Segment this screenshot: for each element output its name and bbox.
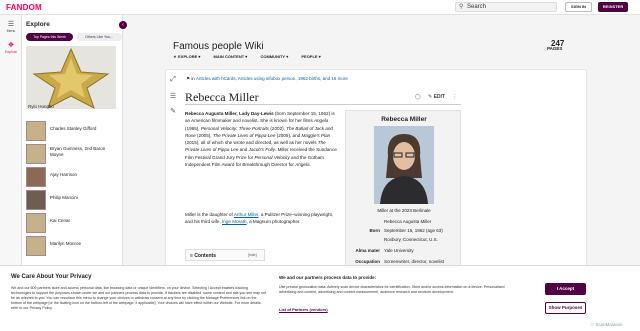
nav-explore[interactable]: ❖ EXPLORE ▾ [173, 54, 200, 59]
consent-body: We and our 609 partners store and access… [11, 286, 266, 310]
explore-title: Explore [26, 21, 50, 28]
explore-rail-label: Explore [5, 50, 17, 54]
divider [185, 104, 461, 105]
page-title: Rebecca Miller [185, 90, 259, 104]
show-purposes-button[interactable]: Show Purposes [545, 302, 586, 314]
expand-icon[interactable]: ⤢ [168, 76, 178, 86]
fandom-logo[interactable]: FANDOM [6, 3, 42, 12]
shield-icon: ☉ [590, 322, 595, 327]
tag-icon: ⚑ [186, 76, 191, 81]
explore-rail-button[interactable]: ❖ Explore [3, 42, 19, 54]
explore-panel: Explore Top Pages this Week Others Like … [22, 15, 123, 275]
category-links[interactable]: Articles with hCards, Articles using inf… [196, 76, 322, 81]
list-item-name: Charles Stanley Gifford [50, 126, 97, 131]
cookie-consent-banner: We Care About Your Privacy We and our 60… [0, 265, 640, 331]
inge-morath-link[interactable]: Inge Morath [222, 219, 247, 224]
search-label: Search [467, 4, 487, 10]
more-options-icon[interactable]: ⋮ [452, 94, 457, 100]
collapse-panel-button[interactable]: ‹ [119, 21, 127, 29]
wiki-title[interactable]: Famous people Wiki [173, 41, 264, 52]
list-item[interactable]: Philip Mancini [26, 190, 120, 212]
left-rail: ☰ Menu ❖ Explore [0, 15, 22, 275]
tab-top-pages[interactable]: Top Pages this Week [26, 33, 73, 41]
portrait-photo[interactable] [374, 126, 434, 204]
menu-icon: ☰ [7, 21, 15, 28]
more-categories-link[interactable]: and 16 more [321, 76, 348, 81]
heading-actions: ◯ ✎ EDIT ⋮ [409, 94, 457, 100]
star-thumbnail [26, 213, 46, 233]
top-bar: FANDOM ⚲ Search SIGN IN REGISTER [0, 0, 640, 15]
purposes-body: Use precise geolocation data. Actively s… [279, 285, 505, 294]
category-breadcrumb: ⚑ in Articles with hCards, Articles usin… [186, 76, 348, 81]
star-thumbnail [26, 236, 46, 256]
search-icon: ⚲ [459, 4, 464, 10]
tab-others-like-you[interactable]: Others Like You... [76, 33, 122, 41]
list-item[interactable]: Ajay Harrison [26, 167, 120, 189]
family-paragraph: Miller is the daughter of Arthur Miller,… [185, 212, 334, 225]
compass-icon: ❖ [7, 42, 15, 49]
star-trophy-image [26, 46, 116, 109]
list-of-partners-link[interactable]: List of Partners (vendors) [279, 307, 328, 312]
purposes-title: We and our partners process data to prov… [279, 275, 377, 280]
table-of-contents[interactable]: ≡ Contents [hide] [185, 249, 265, 261]
list-item-name: Marilyn Monroe [50, 241, 82, 246]
menu-button[interactable]: ☰ Menu [3, 21, 19, 33]
nav-people[interactable]: PEOPLE ▾ [301, 54, 320, 59]
infobox-title: Rebecca Miller [381, 116, 427, 123]
featured-image[interactable] [26, 46, 116, 109]
watermark: ☉ ScanMalware [590, 322, 623, 327]
pencil-icon[interactable]: ✎ [168, 107, 178, 117]
accept-button[interactable]: I Accept [545, 283, 586, 295]
intro-paragraph: Rebecca Augusta Miller, Lady Day-Lewis (… [185, 111, 337, 168]
list-item-name: Ajay Harrison [50, 172, 78, 177]
search-box[interactable]: ⚲ Search [455, 2, 557, 12]
edit-button[interactable]: ✎ EDIT [428, 94, 445, 100]
star-thumbnail [26, 144, 46, 164]
list-item[interactable]: Kai Cenat [26, 213, 120, 235]
list-item-name: Bryan Guinness, 2nd Baron Moyne [50, 146, 106, 157]
wiki-nav: ❖ EXPLORE ▾ MAIN CONTENT ▾ COMMUNITY ▾ PE… [173, 54, 333, 59]
star-thumbnail [26, 121, 46, 141]
thumbnail [26, 190, 46, 210]
list-icon: ≡ [190, 253, 193, 259]
comment-icon[interactable]: ◯ [415, 94, 421, 100]
portrait-image [374, 126, 434, 204]
pages-label: PAGES [547, 46, 563, 51]
list-icon[interactable]: ☰ [168, 92, 178, 102]
list-item-name: Philip Mancini [50, 195, 78, 200]
nav-community[interactable]: COMMUNITY ▾ [260, 54, 288, 59]
nav-main-content[interactable]: MAIN CONTENT ▾ [214, 54, 248, 59]
list-item[interactable]: Charles Stanley Gifford [26, 121, 120, 143]
chevron-left-icon: ‹ [122, 22, 124, 28]
toc-hide-link[interactable]: [hide] [248, 253, 257, 257]
sign-in-button[interactable]: SIGN IN [565, 2, 592, 12]
photo-caption: Miller at the 2023 Berlinale [377, 208, 431, 213]
thumbnail [26, 167, 46, 187]
arthur-miller-link[interactable]: Arthur Miller [234, 212, 259, 217]
menu-label: Menu [6, 29, 16, 33]
list-item-name: Kai Cenat [50, 218, 70, 223]
list-item[interactable]: Marilyn Monroe [26, 236, 120, 258]
infobox: Rebecca Miller Miller at the 2023 Berlin… [345, 110, 461, 275]
featured-caption[interactable]: Rylo Huncho [28, 104, 54, 109]
consent-title: We Care About Your Privacy [11, 274, 92, 280]
register-button[interactable]: REGISTER [598, 2, 628, 12]
toc-title: ≡ Contents [190, 253, 216, 259]
compass-icon: ❖ [173, 55, 177, 59]
list-item[interactable]: Bryan Guinness, 2nd Baron Moyne [26, 144, 120, 166]
